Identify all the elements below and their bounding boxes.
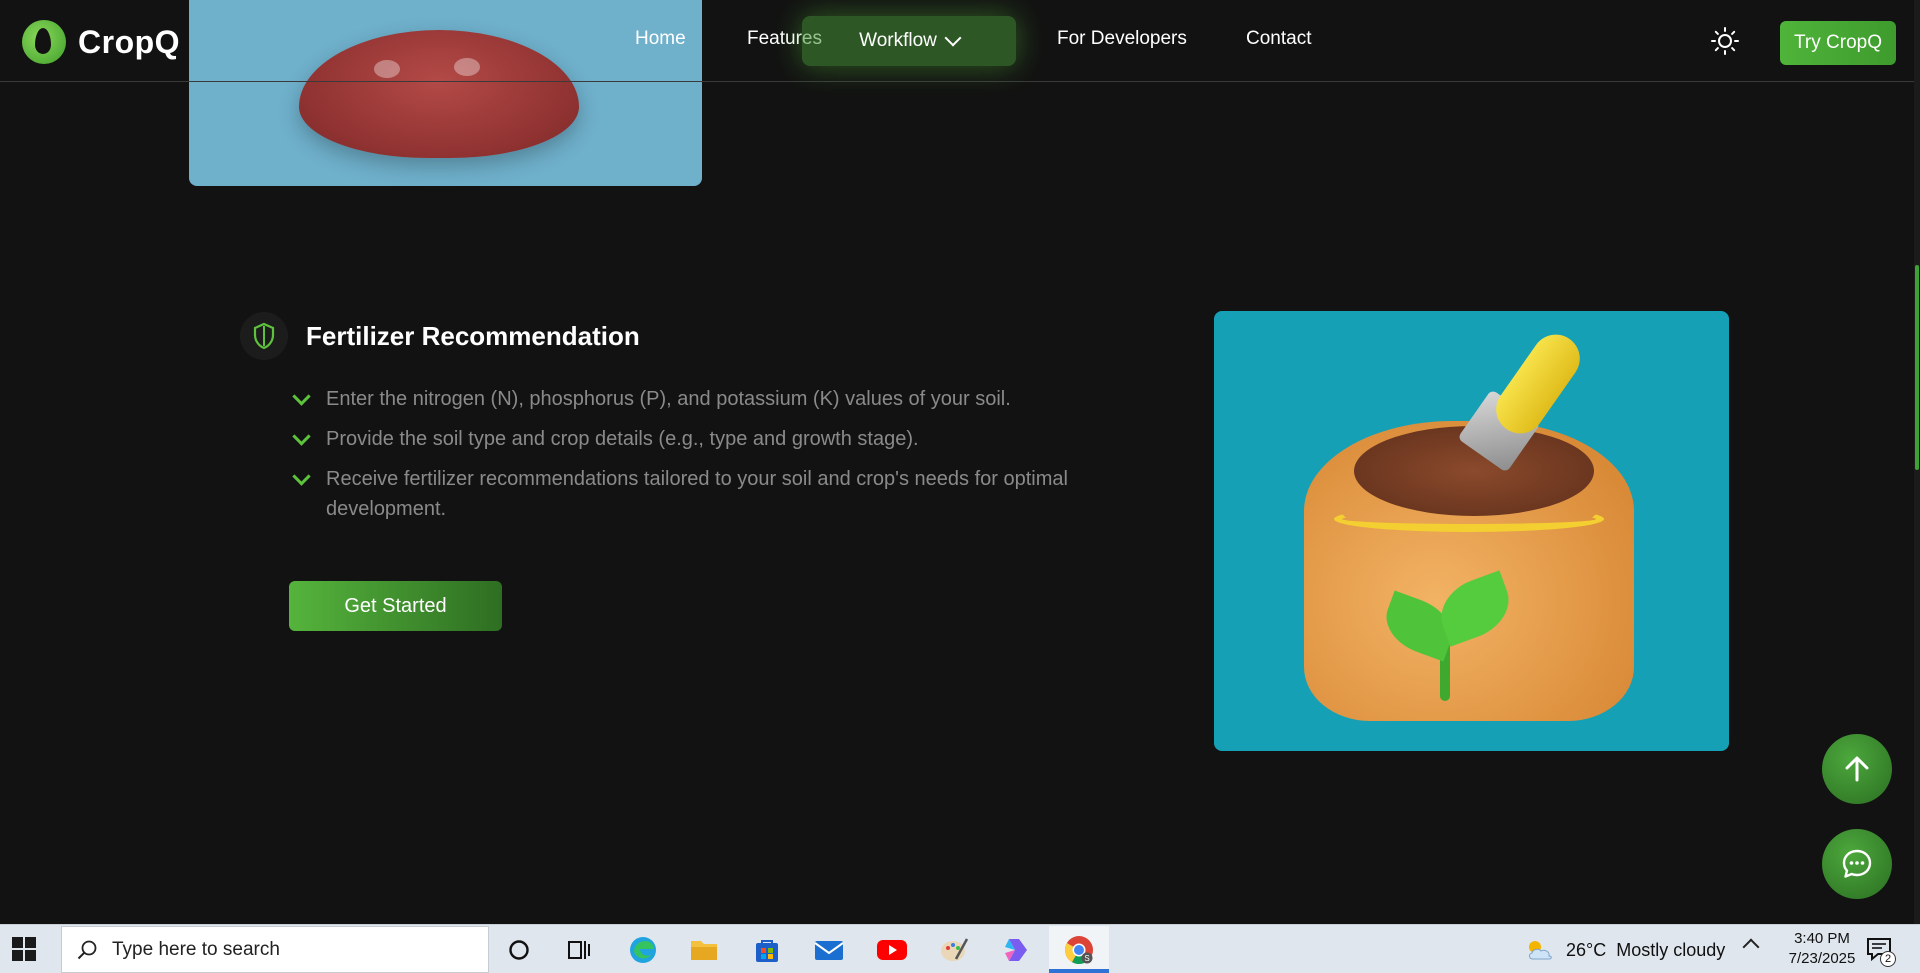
scrollbar-thumb[interactable]	[1915, 265, 1919, 470]
chat-button[interactable]	[1822, 829, 1892, 899]
sun-icon	[1711, 27, 1739, 55]
list-item: Enter the nitrogen (N), phosphorus (P), …	[292, 384, 1112, 414]
nav-home[interactable]: Home	[635, 28, 686, 50]
notification-badge: 2	[1880, 951, 1896, 967]
fertilizer-bag-image	[1214, 311, 1729, 751]
cortana-icon[interactable]	[502, 933, 536, 967]
arrow-up-icon	[1845, 756, 1869, 782]
weather-desc: Mostly cloudy	[1616, 939, 1726, 960]
try-cropq-button[interactable]: Try CropQ	[1780, 21, 1896, 65]
trowel-handle-shape	[1486, 325, 1590, 443]
edge-icon[interactable]	[626, 933, 660, 967]
feature-steps-list: Enter the nitrogen (N), phosphorus (P), …	[292, 384, 1120, 524]
feature-header: Fertilizer Recommendation	[240, 312, 1120, 360]
chat-icon	[1842, 849, 1872, 878]
theme-toggle-button[interactable]	[1710, 26, 1740, 56]
file-explorer-icon[interactable]	[687, 933, 721, 967]
rope-shape	[1334, 506, 1604, 532]
weather-widget[interactable]: 26°C Mostly cloudy	[1524, 937, 1725, 963]
svg-text:S: S	[1084, 954, 1089, 963]
check-icon	[292, 464, 312, 494]
get-started-button[interactable]: Get Started	[289, 581, 502, 631]
list-item: Provide the soil type and crop details (…	[292, 424, 1112, 454]
taskbar-search-input[interactable]	[112, 938, 472, 961]
task-view-icon[interactable]	[563, 933, 597, 967]
windows-taskbar: S 26°C Mostly cloudy 3:40 PM 7/23/2025 2	[0, 924, 1920, 973]
step-text: Receive fertilizer recommendations tailo…	[326, 468, 1068, 520]
list-item: Receive fertilizer recommendations tailo…	[292, 464, 1112, 524]
taskbar-search[interactable]	[61, 926, 489, 973]
check-icon	[292, 384, 312, 414]
chrome-icon[interactable]: S	[1062, 933, 1096, 967]
clock-date: 7/23/2025	[1788, 950, 1856, 967]
page: CropQ Home Features For Developers Conta…	[0, 0, 1920, 973]
mail-icon[interactable]	[812, 933, 846, 967]
step-text: Provide the soil type and crop details (…	[326, 428, 919, 450]
check-icon	[292, 424, 312, 454]
shield-icon	[253, 322, 275, 350]
nav-workflow-dropdown[interactable]: Workflow	[802, 16, 1016, 66]
system-clock[interactable]: 3:40 PM 7/23/2025	[1772, 929, 1872, 969]
youtube-icon[interactable]	[875, 933, 909, 967]
nav-for-developers[interactable]: For Developers	[1057, 28, 1187, 50]
partly-cloudy-icon	[1529, 941, 1552, 960]
active-app-indicator	[1049, 969, 1109, 973]
copilot-icon[interactable]	[999, 933, 1033, 967]
store-icon[interactable]	[750, 933, 784, 967]
chevron-up-icon[interactable]	[1742, 938, 1760, 956]
step-text: Enter the nitrogen (N), phosphorus (P), …	[326, 388, 1011, 410]
feature-icon-wrap	[240, 312, 288, 360]
scroll-to-top-button[interactable]	[1822, 734, 1892, 804]
feature-title: Fertilizer Recommendation	[306, 320, 640, 351]
search-icon	[77, 940, 97, 959]
site-header: CropQ Home Features For Developers Conta…	[0, 0, 1920, 82]
feature-fertilizer-recommendation: Fertilizer Recommendation Enter the nitr…	[240, 312, 1120, 534]
nav-contact[interactable]: Contact	[1246, 28, 1311, 50]
windows-start-icon[interactable]	[12, 937, 36, 961]
chevron-down-icon	[944, 29, 962, 47]
weather-temp: 26°C	[1566, 939, 1607, 960]
paint-icon[interactable]	[937, 933, 971, 967]
clock-time: 3:40 PM	[1794, 930, 1850, 947]
nav-workflow-label: Workflow	[859, 30, 937, 51]
